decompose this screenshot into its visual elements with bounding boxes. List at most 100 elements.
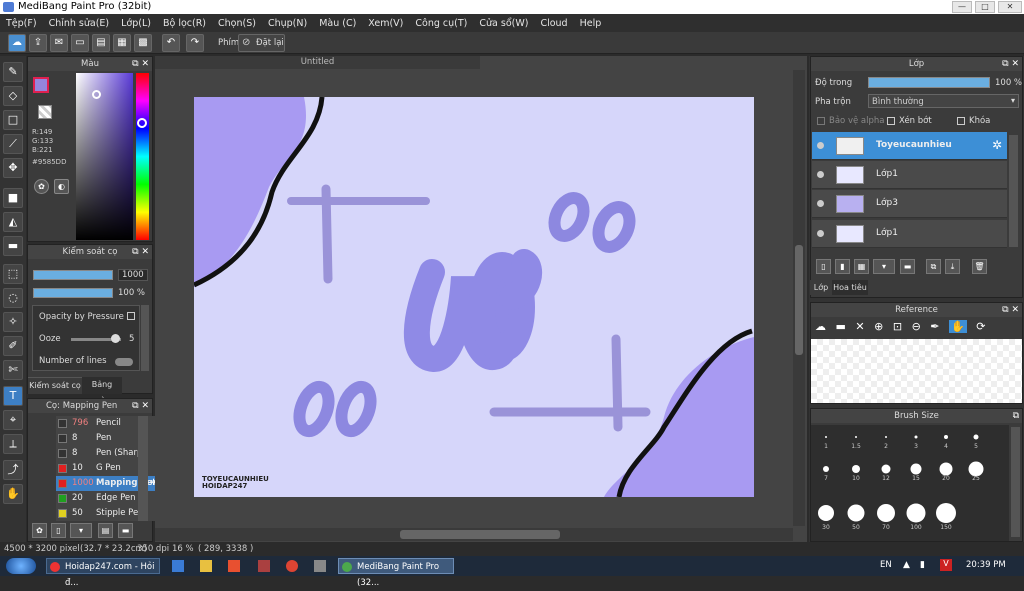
app-icon-3[interactable]: [314, 560, 326, 572]
taskbar-item-medibang[interactable]: MediBang Paint Pro (32...: [338, 558, 454, 588]
gradient-tool-icon[interactable]: ▬: [3, 236, 23, 256]
delete-layer-icon[interactable]: 🗑: [972, 259, 987, 274]
brush-size-cell[interactable]: 30: [811, 501, 841, 531]
layer-folder-icon[interactable]: ▬: [900, 259, 915, 274]
layer-opacity-slider[interactable]: [868, 77, 990, 88]
merge-layer-icon[interactable]: ⤓: [945, 259, 960, 274]
brush-list-scrollbar[interactable]: [138, 416, 148, 521]
select-pen-tool-icon[interactable]: ✐: [3, 336, 23, 356]
reference-canvas[interactable]: [811, 339, 1022, 403]
blend-mode-select[interactable]: Bình thường ▾: [868, 94, 1019, 108]
document-tab[interactable]: Untitled: [155, 56, 480, 69]
primary-color-swatch[interactable]: [33, 77, 49, 93]
clipping-checkbox[interactable]: [887, 117, 895, 125]
move-tool-icon[interactable]: ✥: [3, 158, 23, 178]
hue-cursor[interactable]: [137, 118, 147, 128]
layer-settings-icon[interactable]: ✲: [992, 138, 1002, 152]
menu-cloud[interactable]: Cloud: [540, 18, 567, 29]
open-folder-icon[interactable]: ▬: [836, 320, 846, 333]
cloud-open-icon[interactable]: ☁: [815, 320, 826, 333]
brush-copy-icon[interactable]: ▤: [98, 523, 113, 538]
protect-alpha-checkbox[interactable]: [817, 117, 825, 125]
page-icon[interactable]: ▤: [92, 34, 110, 52]
visibility-icon[interactable]: [817, 230, 824, 237]
brush-folder-icon[interactable]: ▬: [118, 523, 133, 538]
brush-size-cell[interactable]: 50: [841, 501, 871, 531]
zoom-in-icon[interactable]: ⊕: [874, 320, 883, 333]
brush-tool-icon[interactable]: ✎: [3, 62, 23, 82]
number-of-lines-toggle[interactable]: [115, 358, 133, 366]
minimize-button[interactable]: —: [952, 1, 972, 13]
fill-rect-tool-icon[interactable]: ■: [3, 188, 23, 208]
eraser-tool-icon[interactable]: ◇: [3, 86, 23, 106]
tab-layer[interactable]: Lớp: [810, 280, 832, 295]
new-color-layer-icon[interactable]: ▮: [835, 259, 850, 274]
taskbar-item-browser[interactable]: Hoidap247.com - Hỏi đ...: [46, 558, 160, 588]
fit-icon[interactable]: ⊡: [893, 320, 902, 333]
redo-icon[interactable]: ↷: [186, 34, 204, 52]
line-tool-icon[interactable]: ⟋: [3, 134, 23, 154]
dot-tool-icon[interactable]: □: [3, 110, 23, 130]
brush-menu-icon[interactable]: ▾: [70, 523, 92, 538]
canvas-vertical-scrollbar[interactable]: [793, 70, 805, 526]
visibility-icon[interactable]: [817, 142, 824, 149]
visibility-icon[interactable]: [817, 171, 824, 178]
select-eraser-tool-icon[interactable]: ✄: [3, 360, 23, 380]
saturation-value-picker[interactable]: [76, 73, 133, 240]
duplicate-layer-icon[interactable]: ⧉: [926, 259, 941, 274]
brush-size-cell[interactable]: 12: [871, 459, 901, 482]
language-indicator[interactable]: EN: [880, 560, 892, 570]
canvas-horizontal-scrollbar[interactable]: [155, 528, 793, 541]
menu-view[interactable]: Xem(V): [368, 18, 403, 29]
brush-size-cell[interactable]: 15: [901, 459, 931, 482]
layer-row[interactable]: Lớp3: [812, 190, 1007, 218]
layer-row[interactable]: Lớp1: [812, 220, 1007, 248]
upload-icon[interactable]: ⇪: [29, 34, 47, 52]
close-button[interactable]: ✕: [998, 1, 1022, 13]
panel-close-icon[interactable]: ⧉ ✕: [132, 245, 149, 259]
brush-size-slider[interactable]: [33, 270, 113, 280]
menu-color[interactable]: Màu (C): [319, 18, 356, 29]
reset-button[interactable]: ⊘ Đặt lại: [238, 34, 285, 52]
lock-checkbox[interactable]: [957, 117, 965, 125]
menu-snap[interactable]: Chụp(N): [268, 18, 307, 29]
undo-icon[interactable]: ↶: [162, 34, 180, 52]
ooze-slider-knob[interactable]: [111, 334, 120, 343]
brush-size-cell[interactable]: 100: [901, 501, 931, 531]
brush-opacity-slider[interactable]: [33, 288, 113, 298]
new-brush-icon[interactable]: ▯: [51, 523, 66, 538]
brush-size-cell[interactable]: 4: [931, 427, 961, 450]
brush-size-cell[interactable]: 20: [931, 459, 961, 482]
tab-color-palette[interactable]: Bảng màu: [82, 377, 122, 405]
menu-file[interactable]: Tệp(F): [6, 18, 37, 29]
menu-filter[interactable]: Bộ lọc(R): [163, 18, 206, 29]
layer-list-scrollbar[interactable]: [1009, 135, 1018, 247]
magic-wand-tool-icon[interactable]: ✧: [3, 312, 23, 332]
horizontal-scroll-thumb[interactable]: [400, 530, 560, 539]
chat-icon[interactable]: ✉: [50, 34, 68, 52]
new-layer-icon[interactable]: ▯: [816, 259, 831, 274]
new-halftone-layer-icon[interactable]: ▦: [854, 259, 869, 274]
layer-row-selected[interactable]: Toyeucaunhieu ✲: [812, 132, 1007, 160]
brush-size-cell[interactable]: 70: [871, 501, 901, 531]
lasso-tool-icon[interactable]: ◌: [3, 288, 23, 308]
brush-options-scrollbar[interactable]: [141, 305, 149, 371]
operation-tool-icon[interactable]: ⌖: [3, 410, 23, 430]
rotate-icon[interactable]: ⟳: [976, 320, 985, 333]
brush-size-cell[interactable]: 5: [961, 427, 991, 450]
panel-close-icon[interactable]: ⧉ ✕: [1002, 303, 1019, 317]
add-brush-icon[interactable]: ✿: [32, 523, 47, 538]
palette-icon[interactable]: ✿: [34, 179, 49, 194]
eyedropper-icon[interactable]: ✒: [930, 320, 939, 333]
app-icon-2[interactable]: [258, 560, 270, 572]
menu-layer[interactable]: Lớp(L): [121, 18, 151, 29]
panel-close-icon[interactable]: ⧉ ✕: [132, 399, 149, 413]
select-tool-icon[interactable]: ⬚: [3, 264, 23, 284]
brush-size-cell[interactable]: 3: [901, 427, 931, 450]
opacity-pressure-checkbox[interactable]: [127, 312, 135, 320]
brush-size-cell[interactable]: 7: [811, 459, 841, 482]
eyedropper-tool-icon[interactable]: ⤴: [3, 460, 23, 480]
ie-icon[interactable]: [172, 560, 184, 572]
zoom-out-icon[interactable]: ⊖: [912, 320, 921, 333]
media-icon[interactable]: [228, 560, 240, 572]
